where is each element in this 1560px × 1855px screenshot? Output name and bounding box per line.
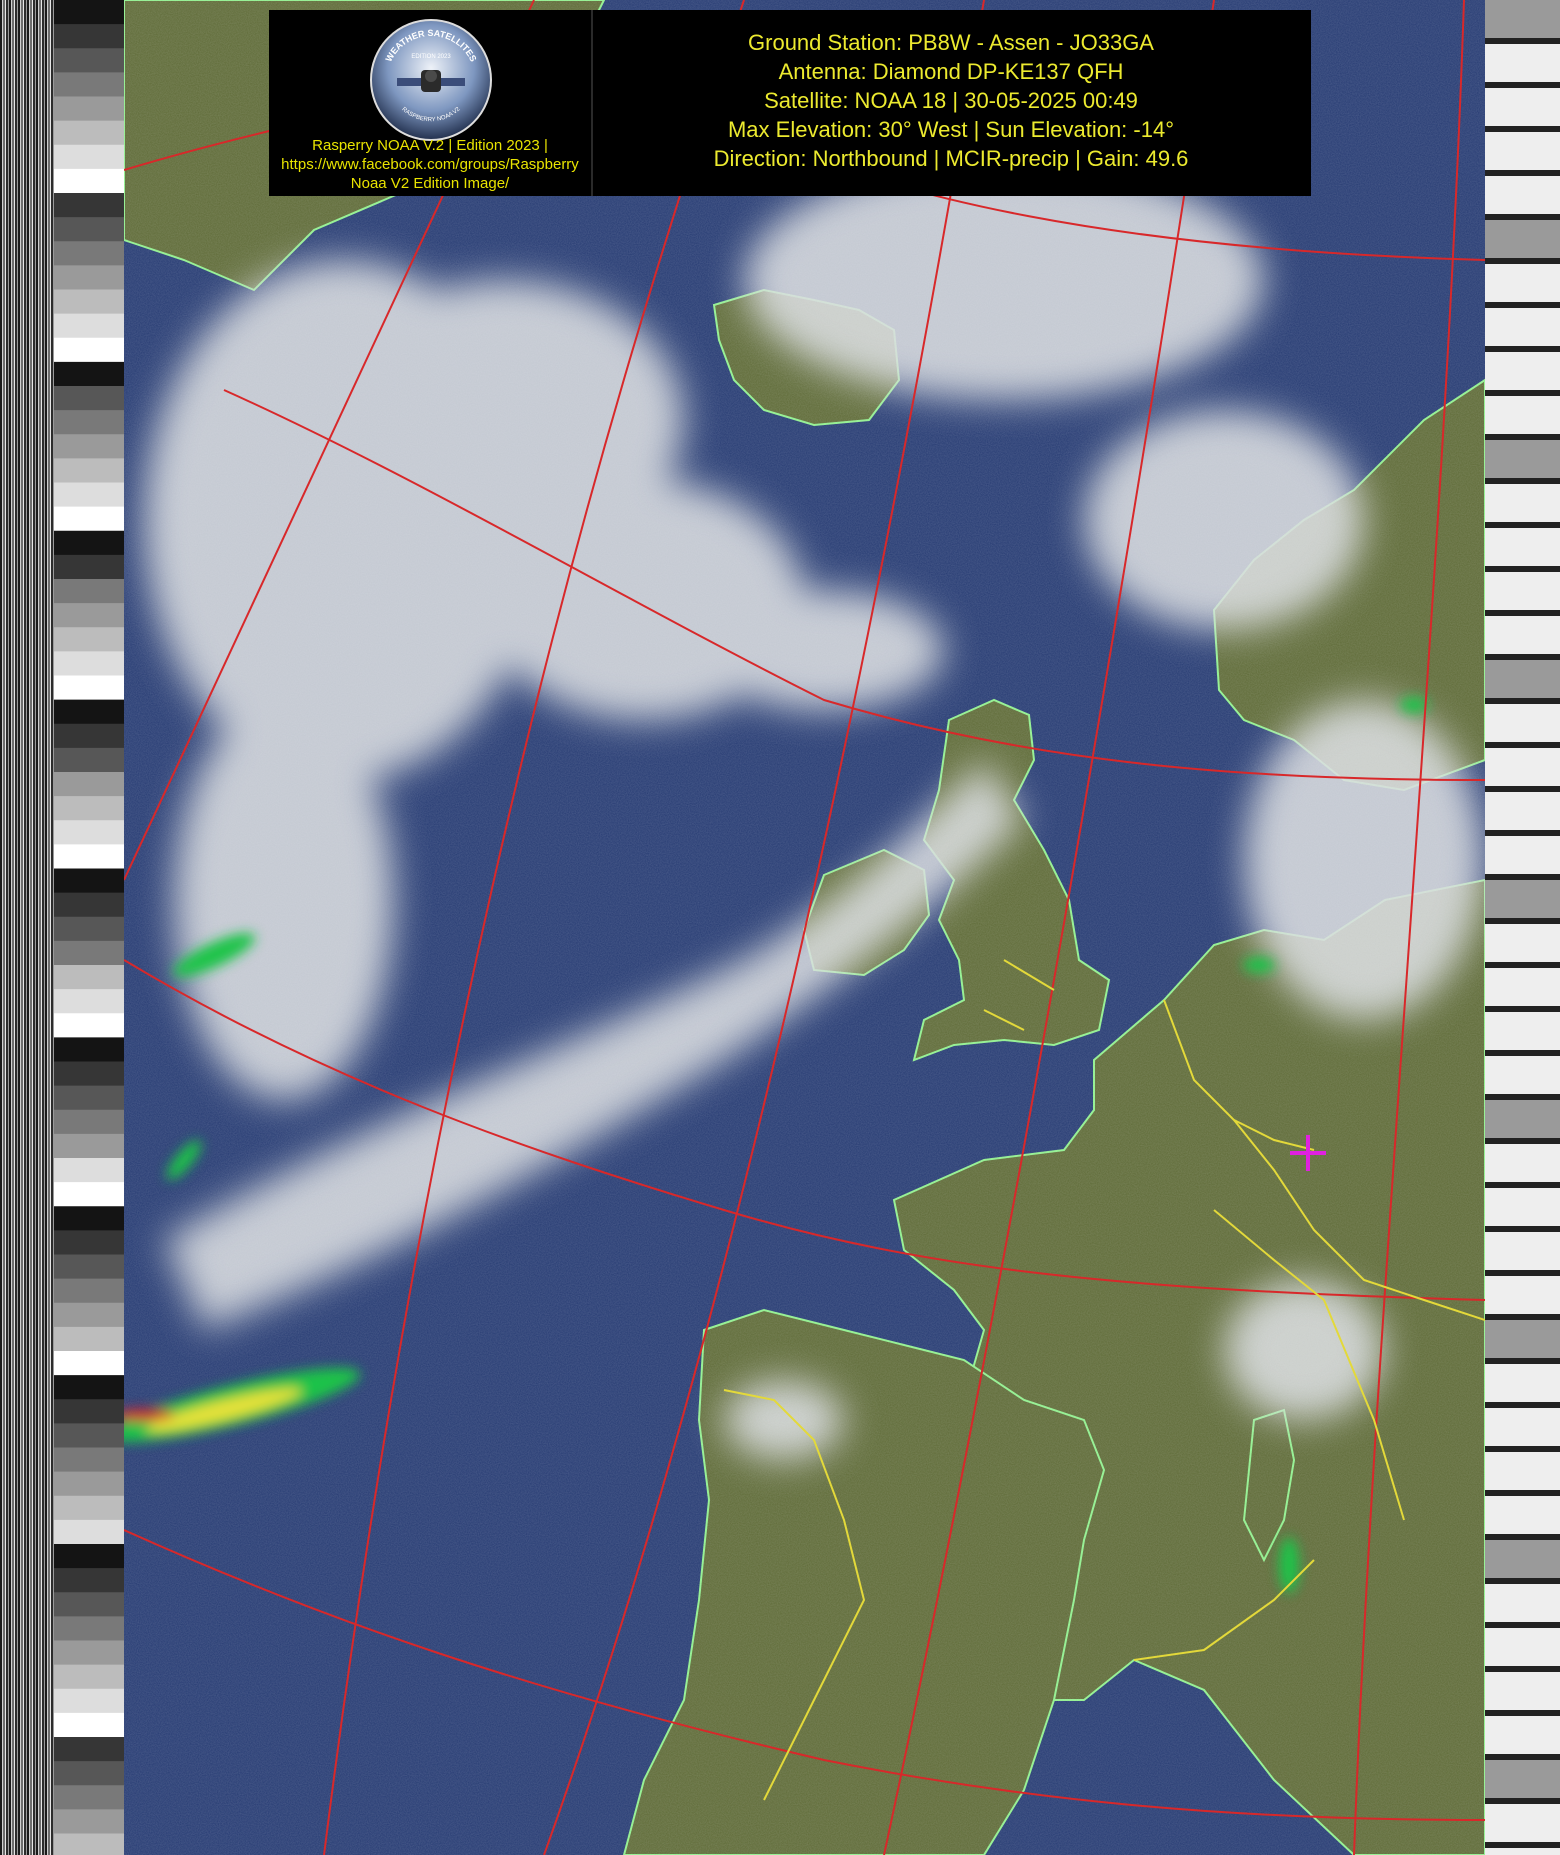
header-banner: WEATHER SATELLITES EDITION 2023 RASPBERR…: [269, 10, 1311, 196]
left-noise-strip: [0, 0, 54, 1855]
ground-station-line: Ground Station: PB8W - Assen - JO33GA: [748, 30, 1154, 55]
direction-line: Direction: Northbound | MCIR-precip | Ga…: [713, 146, 1189, 171]
logo-caption-line-2: https://www.facebook.com/groups/Raspberr…: [281, 156, 579, 173]
antenna-line: Antenna: Diamond DP-KE137 QFH: [778, 59, 1124, 84]
elevation-line: Max Elevation: 30° West | Sun Elevation:…: [727, 117, 1174, 142]
logo-caption-line-1: Rasperry NOAA V.2 | Edition 2023 |: [312, 137, 548, 154]
satellite-map-image: [124, 0, 1485, 1855]
station-info-panel: Ground Station: PB8W - Assen - JO33GA An…: [591, 10, 1311, 196]
header-logo-panel: WEATHER SATELLITES EDITION 2023 RASPBERR…: [269, 10, 593, 196]
right-telemetry-wedges: [1485, 0, 1560, 1855]
satellite-line: Satellite: NOAA 18 | 30-05-2025 00:49: [764, 88, 1138, 113]
logo-caption: Rasperry NOAA V.2 | Edition 2023 | https…: [269, 136, 591, 193]
left-telemetry-wedges: [54, 0, 124, 1855]
logo-edition-text: EDITION 2023: [411, 54, 451, 60]
weather-satellites-logo: WEATHER SATELLITES EDITION 2023 RASPBERR…: [370, 19, 492, 141]
logo-caption-line-3: Noaa V2 Edition Image/: [350, 175, 510, 192]
